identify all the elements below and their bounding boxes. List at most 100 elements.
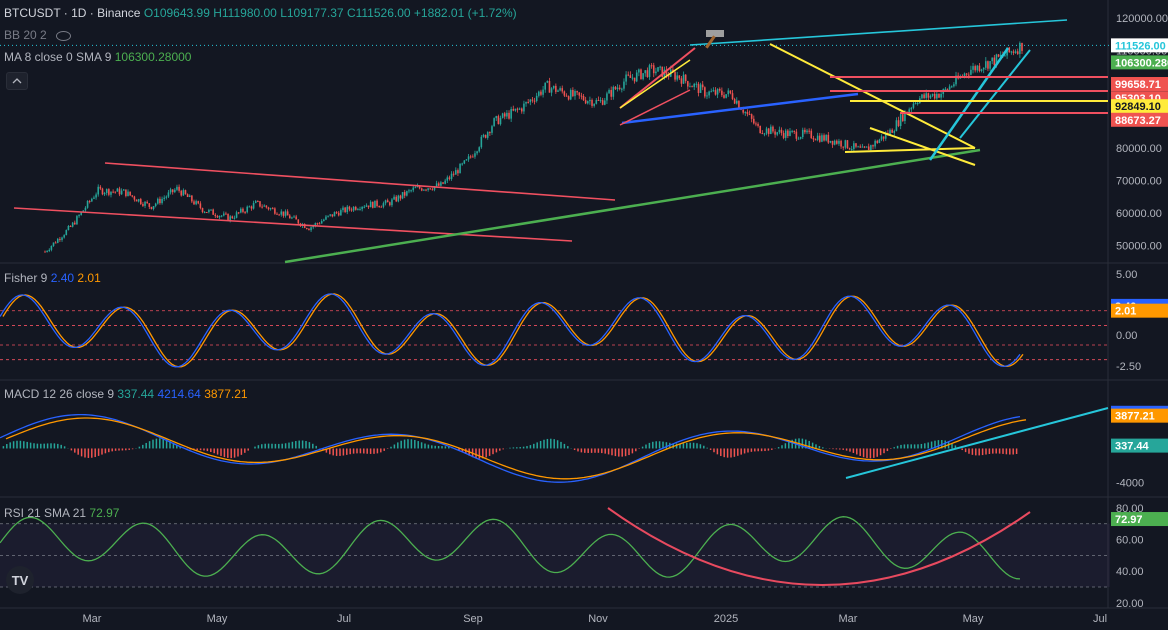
bb-legend[interactable]: BB 20 2	[4, 28, 72, 42]
candle-body	[799, 137, 802, 139]
candle-body	[997, 54, 1000, 57]
candle-body	[382, 203, 385, 207]
candle-body	[765, 128, 768, 134]
candle-body	[195, 201, 197, 205]
time-tick-label: Nov	[588, 613, 608, 625]
ma-legend[interactable]: MA 8 close 0 SMA 9 106300.28000	[4, 50, 191, 64]
candle-body	[623, 81, 625, 89]
candle-body	[512, 109, 515, 111]
candle-body	[784, 130, 787, 138]
candle-body	[455, 170, 457, 175]
candle-body	[423, 189, 425, 191]
candle-body	[929, 95, 932, 98]
candle-body	[950, 86, 953, 88]
candle-body	[850, 148, 853, 150]
ma-value: 106300.28000	[114, 50, 192, 64]
candle-body	[772, 126, 774, 132]
candle-body	[495, 116, 498, 119]
candle-body	[804, 129, 806, 133]
candle-body	[486, 132, 489, 138]
candle-body	[205, 212, 208, 214]
time-tick-label: Jul	[337, 613, 351, 625]
candle-body	[778, 129, 781, 133]
candle-body	[746, 111, 749, 114]
rsi-legend[interactable]: RSI 21 SMA 21 72.97	[4, 506, 119, 520]
candle-body	[267, 207, 270, 210]
candle-body	[527, 101, 529, 103]
candle-body	[193, 201, 195, 205]
candle-body	[899, 114, 902, 126]
candle-body	[86, 200, 89, 208]
price-label: 99658.71	[1115, 79, 1161, 91]
tradingview-logo[interactable]: TV	[6, 566, 34, 594]
candle-body	[606, 93, 608, 101]
candle-body	[257, 201, 259, 203]
symbol-legend[interactable]: BTCUSDT · 1D · Binance O109643.99 H11198…	[4, 6, 517, 20]
candle-body	[235, 212, 238, 218]
candle-body	[859, 146, 862, 148]
symbol-name[interactable]: BTCUSDT · 1D · Binance	[4, 6, 140, 20]
macd-legend[interactable]: MACD 12 26 close 9 337.44 4214.64 3877.2…	[4, 387, 248, 401]
candle-body	[1019, 42, 1021, 54]
collapse-legend-button[interactable]	[6, 72, 28, 90]
price-tick-label: 70000.00	[1116, 176, 1162, 188]
candle-body	[972, 66, 974, 70]
candle-body	[821, 135, 823, 142]
candle-body	[110, 191, 112, 195]
change-value: +1882.01 (+1.72%)	[413, 6, 517, 20]
candle-body	[201, 208, 204, 213]
price-tick-label: 60000.00	[1116, 208, 1162, 220]
candle-body	[580, 95, 583, 97]
candle-body	[499, 117, 502, 125]
time-tick-label: Mar	[83, 613, 102, 625]
price-axis[interactable]: 120000.00110000.00100000.0090000.0080000…	[1111, 13, 1168, 610]
candle-body	[561, 88, 564, 92]
candle-body	[576, 91, 578, 93]
price-label: 88673.27	[1115, 115, 1161, 127]
candle-body	[723, 95, 725, 98]
candle-body	[461, 163, 463, 165]
candle-body	[333, 212, 336, 217]
candle-body	[361, 206, 363, 210]
candle-body	[344, 207, 346, 213]
candle-body	[318, 223, 321, 225]
candle-body	[474, 153, 476, 157]
candle-body	[429, 188, 432, 190]
candle-body	[263, 205, 266, 207]
candle-body	[870, 145, 872, 150]
candle-body	[350, 209, 353, 211]
candle-body	[540, 91, 542, 95]
candle-body	[761, 133, 764, 135]
fisher-tick-label: -2.50	[1116, 361, 1141, 373]
candle-body	[982, 67, 985, 70]
fisher-legend[interactable]: Fisher 9 2.40 2.01	[4, 271, 101, 285]
candle-body	[695, 83, 698, 85]
hidden-eye-icon[interactable]	[56, 30, 72, 41]
candle-body	[450, 173, 453, 179]
candle-body	[286, 211, 289, 216]
candle-body	[987, 61, 989, 69]
candle-body	[608, 90, 610, 94]
candle-body	[186, 194, 189, 198]
candle-body	[46, 250, 48, 252]
candle-body	[586, 101, 589, 104]
candle-body	[965, 73, 968, 75]
candle-body	[197, 201, 200, 204]
candle-body	[810, 130, 813, 139]
candle-body	[122, 189, 125, 191]
candle-body	[237, 212, 240, 214]
candle-body	[714, 90, 717, 95]
chart-canvas[interactable]: 120000.00110000.00100000.0090000.0080000…	[0, 0, 1168, 630]
candle-body	[931, 93, 934, 96]
candle-body	[261, 206, 263, 208]
candle-body	[133, 196, 136, 200]
candle-body	[897, 120, 900, 126]
fisher-value-label: 2.01	[1115, 306, 1136, 318]
time-tick-label: May	[207, 613, 228, 625]
candle-body	[412, 187, 415, 191]
candle-body	[154, 203, 157, 207]
candle-body	[631, 77, 634, 79]
rsi-tick-label: 40.00	[1116, 566, 1144, 578]
candle-body	[787, 130, 789, 137]
candle-body	[231, 216, 234, 219]
